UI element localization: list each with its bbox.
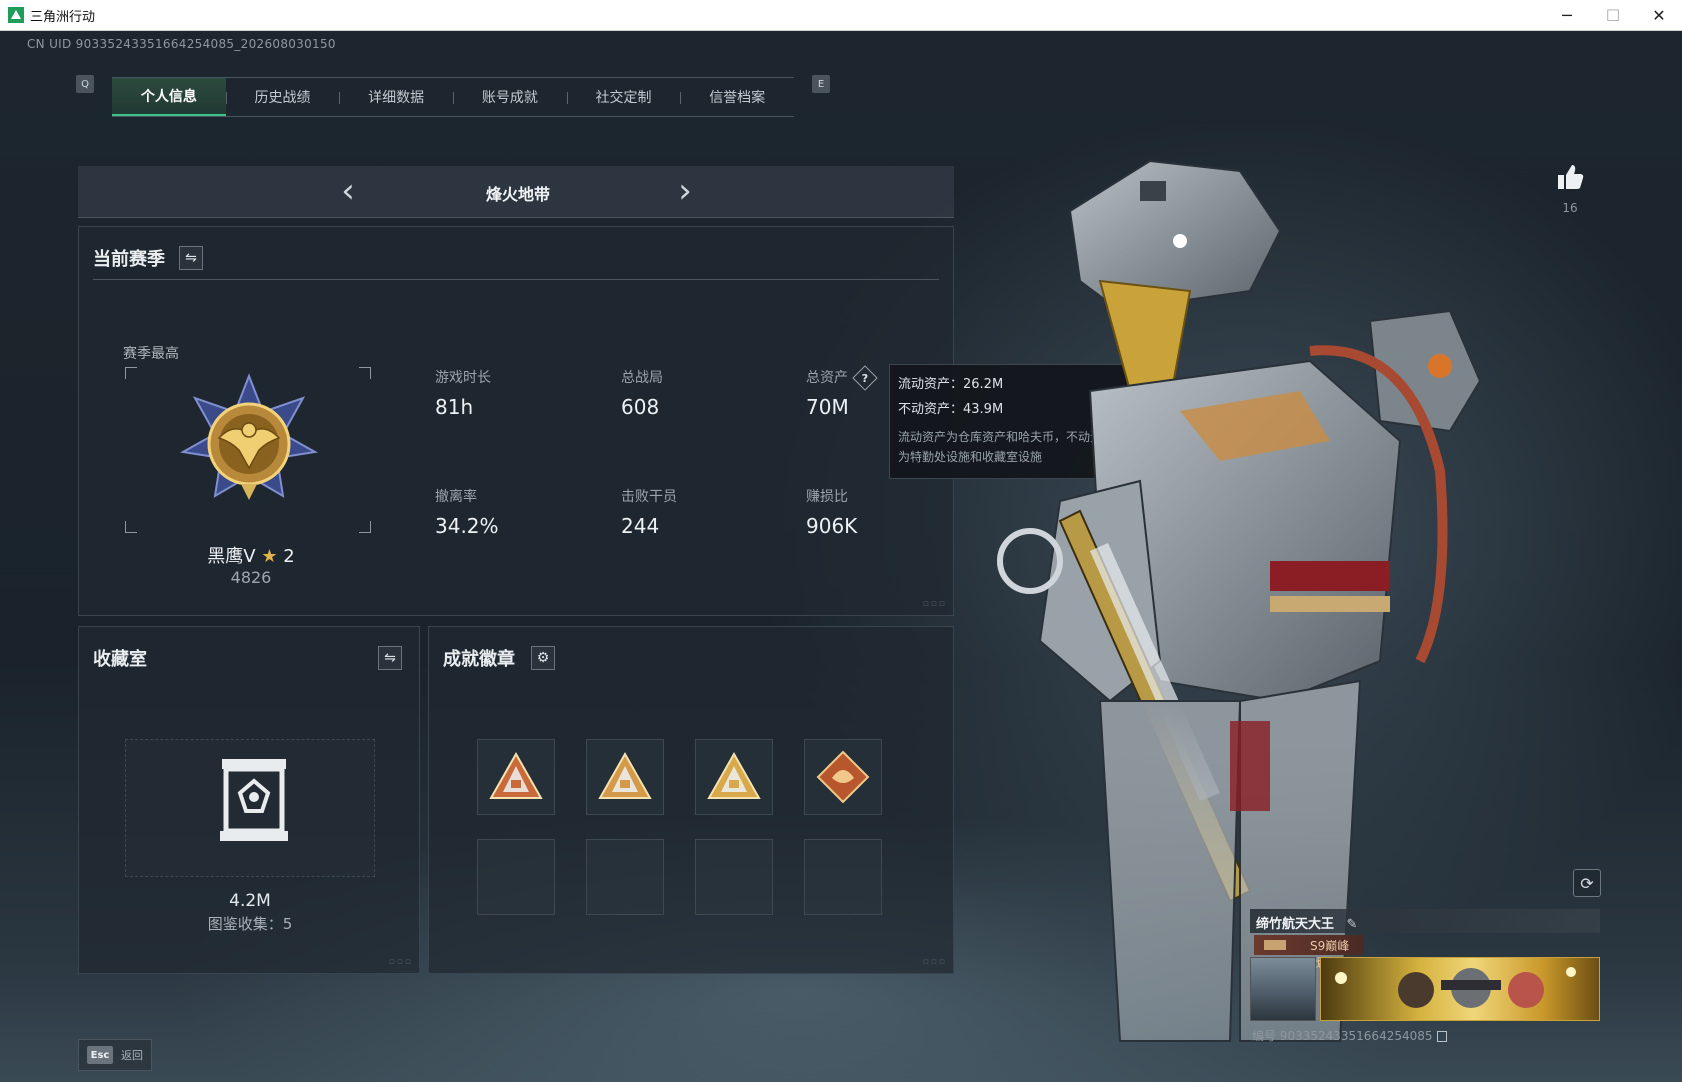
tab-next-key[interactable]: E — [812, 75, 830, 93]
tab-bar: 个人信息 历史战绩 详细数据 账号成就 社交定制 信誉档案 — [112, 77, 794, 117]
maximize-button[interactable]: ☐ — [1590, 0, 1636, 31]
season-best-label: 赛季最高 — [123, 346, 179, 362]
player-avatar[interactable] — [1250, 957, 1316, 1021]
achievement-badge-icon — [816, 750, 870, 804]
season-swap-button[interactable]: ⇋ — [179, 246, 203, 270]
app-logo-icon — [8, 7, 24, 23]
player-id: 编号 90335243351664254085 — [1252, 1027, 1447, 1044]
achievement-badge-icon — [489, 751, 543, 799]
badges-settings-button[interactable]: ⚙ — [531, 646, 555, 670]
achievement-badge-icon — [707, 751, 761, 799]
season-title: 当前赛季 — [93, 249, 165, 270]
achievement-badge-icon — [598, 751, 652, 799]
esc-key: Esc — [87, 1046, 113, 1064]
window-title: 三角洲行动 — [30, 9, 96, 25]
banner-art — [1335, 967, 1576, 1008]
badge-slot-filled[interactable] — [477, 739, 555, 815]
player-banner-image — [1320, 957, 1600, 1021]
stat-profit-ratio: 赚损比 906K — [806, 489, 858, 538]
tab-prev-key[interactable]: Q — [76, 75, 94, 93]
rank-name: 黑鹰V ★ 2 — [207, 546, 295, 567]
player-name: 缔竹航天大王 ✎ — [1250, 909, 1600, 933]
collection-swap-button[interactable]: ⇋ — [378, 646, 402, 670]
back-label: 返回 — [121, 1049, 143, 1062]
badge-slot-empty[interactable] — [695, 839, 773, 915]
tab-achievements[interactable]: 账号成就 — [453, 78, 567, 116]
window-titlebar: 三角洲行动 ─ ☐ ✕ — [0, 0, 1682, 31]
stat-kills: 击败干员 244 — [621, 489, 677, 538]
badge-slot-empty[interactable] — [586, 839, 664, 915]
map-selector: ‹ 烽火地带 › — [78, 166, 954, 218]
tab-credit-record[interactable]: 信誉档案 — [680, 78, 794, 116]
player-card[interactable]: 缔竹航天大王 ✎ S9巅峰战神 编号 90335243351664254085 — [1250, 909, 1600, 1043]
tab-social-custom[interactable]: 社交定制 — [566, 78, 681, 116]
achievement-badges-panel: 成就徽章 ⚙ ▫▫▫ — [428, 626, 954, 974]
refresh-appearance-button[interactable]: ⟳ — [1573, 869, 1601, 897]
title-emblem-icon — [1264, 940, 1286, 950]
badge-slot-filled[interactable] — [695, 739, 773, 815]
vault-display-icon — [220, 759, 288, 841]
badge-slot-empty[interactable] — [477, 839, 555, 915]
stat-extraction-rate: 撤离率 34.2% — [435, 489, 499, 538]
collection-count: 图鉴收集：5 — [207, 915, 293, 933]
like-widget[interactable]: 16 — [1554, 161, 1586, 215]
map-name: 烽火地带 — [485, 185, 550, 204]
map-next-button[interactable]: › — [670, 174, 700, 208]
badge-slot-filled[interactable] — [586, 739, 664, 815]
like-count: 16 — [1562, 201, 1578, 215]
stat-total-assets: 总资产? 70M — [806, 365, 878, 419]
thumbs-up-icon[interactable] — [1554, 161, 1586, 193]
rank-eagle-badge-icon — [180, 373, 318, 500]
copy-icon[interactable] — [1436, 1031, 1447, 1042]
badge-slot-filled[interactable] — [804, 739, 882, 815]
tab-detailed-data[interactable]: 详细数据 — [339, 78, 453, 116]
edit-name-icon[interactable]: ✎ — [1347, 917, 1358, 932]
uid-line: CN UID 90335243351664254085_202608030150 — [27, 37, 336, 51]
close-button[interactable]: ✕ — [1636, 0, 1682, 31]
collection-value: 4.2M — [229, 891, 271, 911]
rank-star-icon: ★ — [261, 546, 278, 567]
tab-history[interactable]: 历史战绩 — [225, 78, 340, 116]
map-prev-button[interactable]: ‹ — [333, 174, 363, 208]
rank-score: 4826 — [230, 568, 272, 587]
collection-panel: 收藏室 ⇋ 4.2M 图鉴收集：5 ▫▫▫ — [78, 626, 420, 974]
badge-slot-empty[interactable] — [804, 839, 882, 915]
badges-title: 成就徽章 — [443, 649, 515, 670]
stat-playtime: 游戏时长 81h — [435, 370, 491, 419]
collection-title: 收藏室 — [93, 649, 147, 670]
back-button[interactable]: Esc 返回 — [78, 1039, 152, 1071]
season-panel: 当前赛季 ⇋ 赛季最高 黑鹰V ★ 2 4826 游戏时长 81h 总战局 60… — [78, 226, 954, 616]
help-icon[interactable]: ? — [852, 365, 878, 391]
minimize-button[interactable]: ─ — [1544, 0, 1590, 31]
tab-personal-info[interactable]: 个人信息 — [112, 78, 226, 116]
stat-total-matches: 总战局 608 — [621, 370, 663, 419]
game-viewport: CN UID 90335243351664254085_202608030150… — [0, 31, 1682, 1082]
